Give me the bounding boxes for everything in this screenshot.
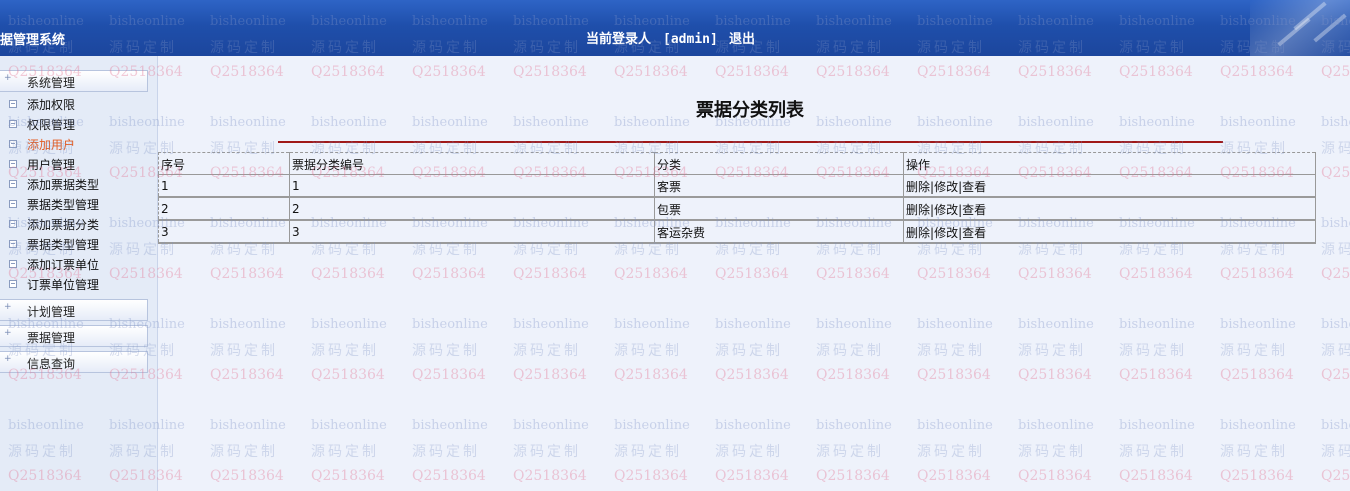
- sidebar-item-add-permission[interactable]: 添加权限: [0, 96, 150, 114]
- cell-code: 1: [289, 174, 655, 198]
- title-divider: [278, 141, 1223, 143]
- minus-box-icon: [9, 140, 17, 148]
- minus-box-icon: [9, 260, 17, 268]
- minus-box-icon: [9, 240, 17, 248]
- cell-category: 客运杂费: [654, 219, 904, 244]
- expand-icon: +: [4, 73, 12, 83]
- sidebar-item-add-booking-unit[interactable]: 添加订票单位: [0, 256, 150, 274]
- sidebar-item-label: 添加票据分类: [27, 218, 100, 232]
- minus-box-icon: [9, 100, 17, 108]
- sidebar-item-label: 用户管理: [27, 158, 76, 172]
- ticket-category-table: 序号 票据分类编号 分类 操作 1 1 客票 删除|修改|查看 2 2 包票 删…: [158, 152, 1316, 244]
- sidebar-item-label: 添加订票单位: [27, 258, 100, 272]
- column-header-code: 票据分类编号: [289, 152, 655, 175]
- sidebar-item-label: 添加权限: [27, 98, 76, 112]
- cell-actions: 删除|修改|查看: [903, 219, 1316, 244]
- sidebar-item-label: 票据类型管理: [27, 198, 100, 212]
- cell-no: 1: [158, 174, 290, 198]
- cell-no: 2: [158, 196, 290, 221]
- delete-link[interactable]: 删除: [906, 226, 930, 240]
- view-link[interactable]: 查看: [962, 226, 986, 240]
- expand-icon: +: [4, 328, 12, 338]
- cell-no: 3: [158, 219, 290, 244]
- table-row: 1 1 客票 删除|修改|查看: [158, 174, 1316, 198]
- view-link[interactable]: 查看: [962, 203, 986, 217]
- page: 据管理系统 当前登录人 [admin] 退出 + 系统管理 添加权限 权限管理 添…: [0, 0, 1350, 491]
- sidebar-item-label: 权限管理: [27, 118, 76, 132]
- menu-group-label: 票据管理: [27, 331, 76, 345]
- main-content: 票据分类列表 序号 票据分类编号 分类 操作 1 1 客票 删除|修改|查看 2…: [158, 56, 1350, 491]
- menu-group-ticket[interactable]: + 票据管理: [0, 325, 148, 347]
- column-header-no: 序号: [158, 152, 290, 175]
- expand-icon: +: [4, 302, 12, 312]
- sidebar-item-label: 添加票据类型: [27, 178, 100, 192]
- sidebar-item-permission-management[interactable]: 权限管理: [0, 116, 150, 134]
- sidebar: + 系统管理 添加权限 权限管理 添加用户 用户管理 添加票据类型 票据类型管理: [0, 56, 158, 491]
- sidebar-item-label: 添加用户: [27, 138, 76, 152]
- sidebar-item-add-ticket-type[interactable]: 添加票据类型: [0, 176, 150, 194]
- cell-category: 包票: [654, 196, 904, 221]
- cell-actions: 删除|修改|查看: [903, 196, 1316, 221]
- delete-link[interactable]: 删除: [906, 180, 930, 194]
- expand-icon: +: [4, 354, 12, 364]
- sidebar-item-booking-unit-management[interactable]: 订票单位管理: [0, 276, 150, 294]
- menu-group-query[interactable]: + 信息查询: [0, 351, 148, 373]
- minus-box-icon: [9, 120, 17, 128]
- edit-link[interactable]: 修改: [934, 226, 958, 240]
- cell-actions: 删除|修改|查看: [903, 174, 1316, 198]
- minus-box-icon: [9, 280, 17, 288]
- cell-code: 3: [289, 219, 655, 244]
- view-link[interactable]: 查看: [962, 180, 986, 194]
- menu-group-label: 系统管理: [27, 76, 76, 90]
- header-decoration: [1250, 0, 1350, 56]
- minus-box-icon: [9, 160, 17, 168]
- sidebar-item-label: 订票单位管理: [27, 278, 100, 292]
- table-row: 2 2 包票 删除|修改|查看: [158, 196, 1316, 221]
- page-title: 票据分类列表: [696, 100, 804, 121]
- cell-category: 客票: [654, 174, 904, 198]
- edit-link[interactable]: 修改: [934, 203, 958, 217]
- sidebar-item-label: 票据类型管理: [27, 238, 100, 252]
- cell-code: 2: [289, 196, 655, 221]
- column-header-category: 分类: [654, 152, 904, 175]
- menu-group-label: 计划管理: [27, 305, 76, 319]
- sidebar-item-user-management[interactable]: 用户管理: [0, 156, 150, 174]
- menu-group-label: 信息查询: [27, 357, 76, 371]
- header-bar: 据管理系统 当前登录人 [admin] 退出: [0, 0, 1350, 56]
- current-username: [admin]: [663, 32, 718, 47]
- delete-link[interactable]: 删除: [906, 203, 930, 217]
- menu-group-plan[interactable]: + 计划管理: [0, 299, 148, 321]
- logout-link[interactable]: 退出: [729, 28, 755, 47]
- sidebar-item-add-user[interactable]: 添加用户: [0, 136, 150, 154]
- column-header-actions: 操作: [903, 152, 1316, 175]
- sidebar-item-add-ticket-category[interactable]: 添加票据分类: [0, 216, 150, 234]
- sidebar-item-ticket-category-management[interactable]: 票据类型管理: [0, 236, 150, 254]
- minus-box-icon: [9, 200, 17, 208]
- login-label: 当前登录人: [586, 32, 652, 47]
- edit-link[interactable]: 修改: [934, 180, 958, 194]
- sidebar-item-ticket-type-management[interactable]: 票据类型管理: [0, 196, 150, 214]
- table-header-row: 序号 票据分类编号 分类 操作: [158, 152, 1316, 175]
- minus-box-icon: [9, 220, 17, 228]
- table-row: 3 3 客运杂费 删除|修改|查看: [158, 219, 1316, 244]
- menu-group-system[interactable]: + 系统管理: [0, 70, 148, 92]
- minus-box-icon: [9, 180, 17, 188]
- login-info: 当前登录人 [admin]: [586, 28, 718, 47]
- app-title: 据管理系统: [0, 33, 66, 48]
